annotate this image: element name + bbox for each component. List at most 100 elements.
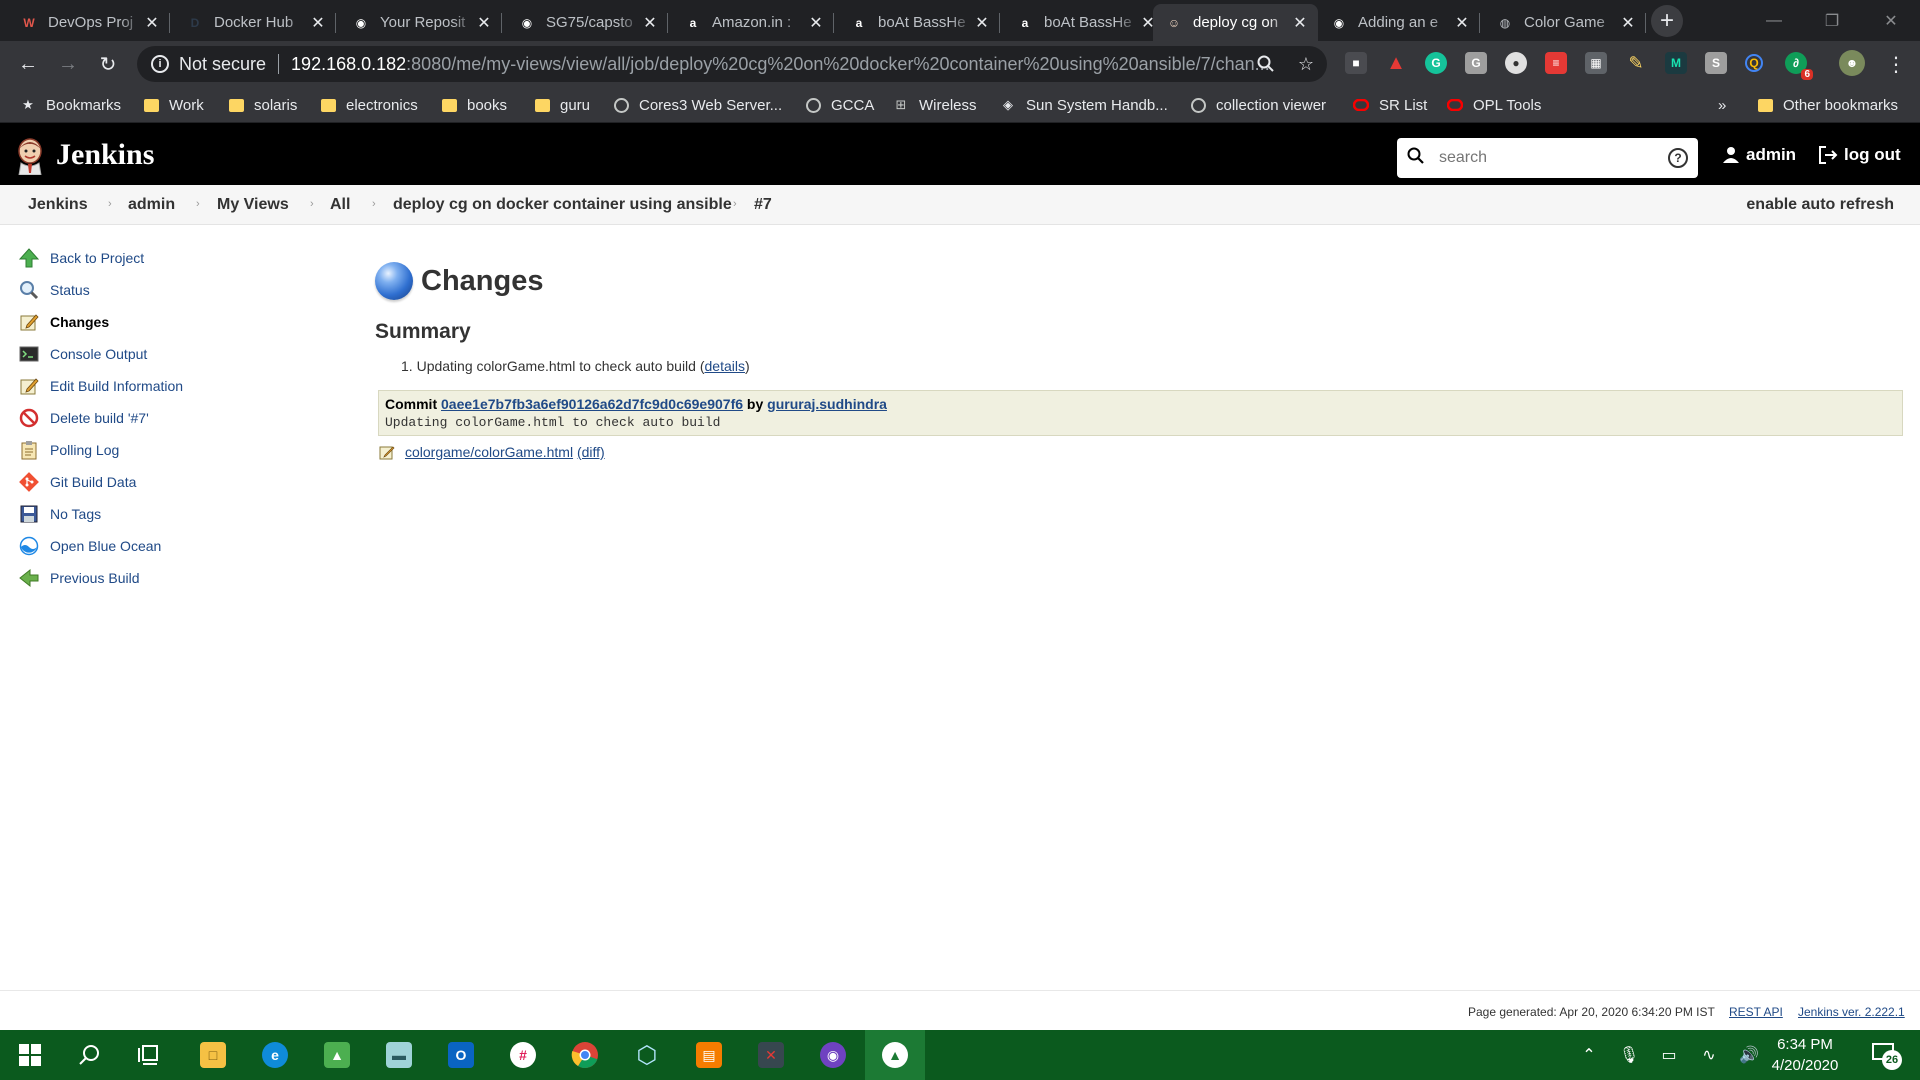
breadcrumb-chevron-icon[interactable]: ›: [372, 198, 376, 210]
volume-icon[interactable]: 🔊: [1735, 1030, 1763, 1080]
task-view-icon[interactable]: [120, 1030, 180, 1080]
show-hidden-icons-icon[interactable]: ⌃: [1575, 1030, 1603, 1080]
breadcrumb-item[interactable]: #7: [754, 196, 772, 214]
bookmark-item[interactable]: books: [441, 87, 507, 123]
sidebar-item-back-to-project[interactable]: Back to Project: [18, 242, 348, 274]
jenkins-version-link[interactable]: Jenkins ver. 2.222.1: [1798, 1005, 1905, 1019]
breadcrumb-chevron-icon[interactable]: ›: [196, 198, 200, 210]
notes-app-icon[interactable]: ▬: [369, 1030, 429, 1080]
system-clock[interactable]: 6:34 PM 4/20/2020: [1760, 1034, 1850, 1076]
snipping-tool-icon[interactable]: ✕: [741, 1030, 801, 1080]
bookmark-item[interactable]: Work: [143, 87, 204, 123]
breadcrumb-item[interactable]: Jenkins: [28, 196, 88, 214]
s-extension-icon[interactable]: S: [1705, 52, 1727, 74]
changed-file-link[interactable]: colorgame/colorGame.html: [405, 444, 573, 460]
bookmarks-overflow-button[interactable]: »: [1718, 87, 1726, 123]
close-tab-icon[interactable]: ✕: [310, 13, 326, 33]
grammarly-icon[interactable]: G: [1425, 52, 1447, 74]
browser-tab[interactable]: a Amazon.in : ✕: [672, 4, 834, 41]
breadcrumb-chevron-icon[interactable]: ›: [310, 198, 314, 210]
zoom-icon[interactable]: [1250, 48, 1282, 80]
browser-tab[interactable]: ◉ Adding an e ✕: [1318, 4, 1480, 41]
search-input[interactable]: [1429, 149, 1668, 167]
sidebar-item-console-output[interactable]: Console Output: [18, 338, 348, 370]
reload-icon[interactable]: ↻: [92, 48, 124, 80]
menu-kebab-icon[interactable]: ⋮: [1880, 48, 1912, 80]
close-tab-icon[interactable]: ✕: [974, 13, 990, 33]
github-desktop-icon[interactable]: ◉: [803, 1030, 863, 1080]
commit-author-link[interactable]: gururaj.sudhindra: [767, 396, 887, 412]
bookmark-item[interactable]: GCCA: [805, 87, 874, 123]
g-extension-icon[interactable]: G: [1465, 52, 1487, 74]
sidebar-item-no-tags[interactable]: No Tags: [18, 498, 348, 530]
todoist-icon[interactable]: ≡: [1545, 52, 1567, 74]
bookmark-item[interactable]: solaris: [228, 87, 297, 123]
bookmark-item[interactable]: Cores3 Web Server...: [613, 87, 782, 123]
file-explorer-icon[interactable]: □: [183, 1030, 243, 1080]
back-icon[interactable]: ←: [12, 48, 44, 80]
m-extension-icon[interactable]: M: [1665, 52, 1687, 74]
start-windows-icon[interactable]: [0, 1030, 60, 1080]
breadcrumb-item[interactable]: All: [330, 196, 350, 214]
rest-api-link[interactable]: REST API: [1729, 1005, 1783, 1019]
edge-icon[interactable]: e: [245, 1030, 305, 1080]
bookmark-item[interactable]: guru: [534, 87, 590, 123]
bookmark-item[interactable]: OPL Tools: [1447, 87, 1541, 123]
bookmark-item[interactable]: ◈ Sun System Handb...: [1000, 87, 1168, 123]
address-bar[interactable]: i Not secure 192.168.0.182 :8080/me/my-v…: [137, 46, 1327, 82]
new-tab-button[interactable]: +: [1651, 5, 1683, 37]
active-app-icon[interactable]: ▲: [865, 1030, 925, 1080]
sidebar-item-git-build-data[interactable]: Git Build Data: [18, 466, 348, 498]
battery-icon[interactable]: ▭: [1655, 1030, 1683, 1080]
slack-icon[interactable]: #: [493, 1030, 553, 1080]
outlook-icon[interactable]: O: [431, 1030, 491, 1080]
details-link[interactable]: details: [705, 358, 745, 374]
sidebar-item-polling-log[interactable]: Polling Log: [18, 434, 348, 466]
pencil-extension-icon[interactable]: ✎: [1625, 52, 1647, 74]
restore-window-icon[interactable]: ❐: [1803, 0, 1861, 41]
diff-link[interactable]: (diff): [577, 444, 605, 460]
breadcrumb-item[interactable]: admin: [128, 196, 175, 214]
logout-link[interactable]: log out: [1818, 145, 1901, 165]
jenkins-logo-icon[interactable]: [14, 137, 46, 176]
jenkins-title[interactable]: Jenkins: [56, 138, 154, 172]
other-bookmarks-folder[interactable]: Other bookmarks: [1757, 87, 1898, 123]
browser-tab[interactable]: ◉ Your Reposit ✕: [340, 4, 502, 41]
search-taskbar-icon[interactable]: [60, 1030, 120, 1080]
browser-tab[interactable]: a boAt BassHe ✕: [1004, 4, 1166, 41]
bookmark-item[interactable]: electronics: [320, 87, 418, 123]
profile-avatar-icon[interactable]: ☻: [1839, 50, 1865, 76]
close-tab-icon[interactable]: ✕: [808, 13, 824, 33]
help-icon[interactable]: ?: [1668, 148, 1688, 168]
close-tab-icon[interactable]: ✕: [1620, 13, 1636, 33]
q-extension-icon[interactable]: Q: [1745, 54, 1763, 72]
sidebar-item-edit-build-information[interactable]: Edit Build Information: [18, 370, 348, 402]
breadcrumb-item[interactable]: deploy cg on docker container using ansi…: [393, 196, 732, 214]
close-window-icon[interactable]: ✕: [1862, 0, 1920, 41]
action-center-icon[interactable]: 26: [1872, 1042, 1902, 1070]
browser-tab[interactable]: D Docker Hub ✕: [174, 4, 336, 41]
forward-icon[interactable]: →: [52, 48, 84, 80]
breadcrumb-item[interactable]: My Views: [217, 196, 289, 214]
grid-extension-icon[interactable]: ▦: [1585, 52, 1607, 74]
virtualbox-icon[interactable]: ⬡: [617, 1030, 677, 1080]
bookmark-item[interactable]: ★ Bookmarks: [20, 87, 121, 123]
commit-hash-link[interactable]: 0aee1e7b7fb3a6ef90126a62d7fc9d0c69e907f6: [441, 396, 743, 412]
close-tab-icon[interactable]: ✕: [642, 13, 658, 33]
bookmark-item[interactable]: collection viewer: [1190, 87, 1326, 123]
site-info-icon[interactable]: i: [151, 55, 169, 73]
sublime-app-icon[interactable]: ▤: [679, 1030, 739, 1080]
circle-extension-icon[interactable]: ●: [1505, 52, 1527, 74]
sidebar-item-previous-build[interactable]: Previous Build: [18, 562, 348, 594]
sidebar-item-delete-build-7[interactable]: Delete build '#7': [18, 402, 348, 434]
browser-tab[interactable]: ◉ SG75/capsto ✕: [506, 4, 668, 41]
sidebar-item-open-blue-ocean[interactable]: Open Blue Ocean: [18, 530, 348, 562]
browser-tab[interactable]: ☺ deploy cg on ✕: [1153, 4, 1318, 41]
minimize-window-icon[interactable]: —: [1745, 0, 1803, 41]
microphone-icon[interactable]: 🎙: [1615, 1030, 1643, 1080]
bookmark-item[interactable]: SR List: [1353, 87, 1427, 123]
red-extension-icon[interactable]: ▲: [1385, 52, 1407, 74]
not-secure-label[interactable]: Not secure: [179, 54, 266, 75]
browser-tab[interactable]: ◍ Color Game ✕: [1484, 4, 1646, 41]
pocket-extension-icon[interactable]: ■: [1345, 52, 1367, 74]
